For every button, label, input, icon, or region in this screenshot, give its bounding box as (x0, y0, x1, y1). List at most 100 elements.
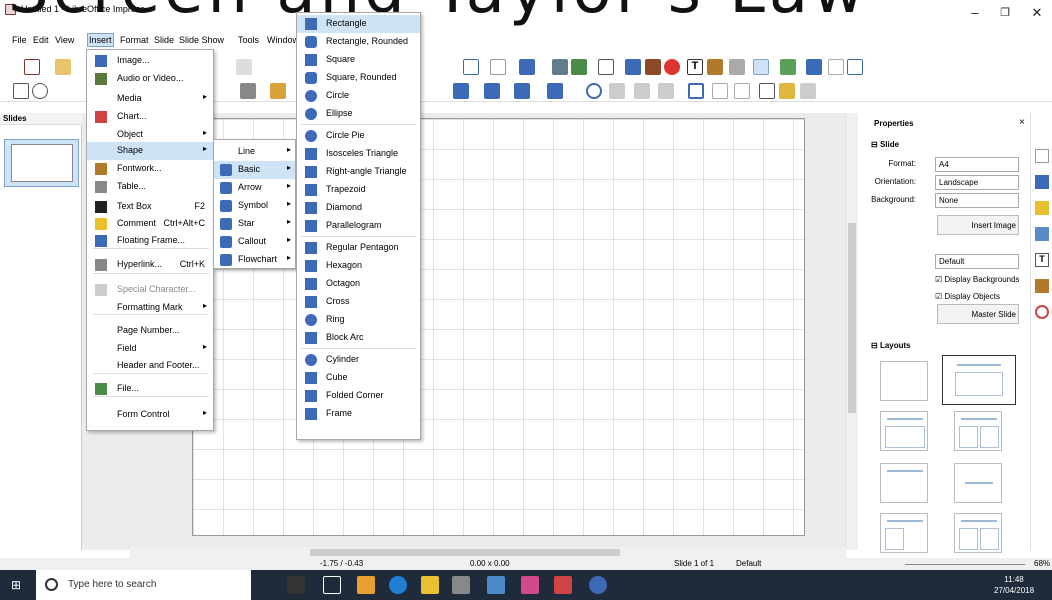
basic-shape-ring[interactable]: Ring (297, 311, 420, 329)
microphone-icon[interactable] (287, 576, 305, 594)
glue-icon[interactable] (779, 83, 795, 99)
duplicate-slide-icon[interactable] (806, 59, 822, 75)
basic-shape-right-angle-triangle[interactable]: Right-angle Triangle (297, 163, 420, 181)
shape-menu-line[interactable]: Line ▸ (214, 143, 295, 161)
align-icon[interactable] (609, 83, 625, 99)
shape-menu-symbol[interactable]: Symbol ▸ (214, 197, 295, 215)
chart-icon[interactable] (664, 59, 680, 75)
close-icon[interactable]: ✕ (1022, 0, 1052, 28)
menu-window[interactable]: Window (267, 35, 297, 45)
close-sidebar-icon[interactable]: × (1019, 117, 1025, 128)
taskbar-clock[interactable]: 11:48 27/04/2018 (994, 574, 1034, 596)
new-slide-icon[interactable] (780, 59, 796, 75)
basic-shape-cross[interactable]: Cross (297, 293, 420, 311)
insert-menu-text-box[interactable]: Text Box F2 (87, 198, 213, 216)
view-icon[interactable] (753, 59, 769, 75)
insert-menu-floating-frame[interactable]: Floating Frame... (87, 232, 213, 250)
slide-layout-icon[interactable] (519, 59, 535, 75)
vertical-scroll-thumb[interactable] (848, 223, 856, 413)
insert-menu-header-and-footer[interactable]: Header and Footer... (87, 357, 213, 375)
restore-icon[interactable]: ❐ (990, 0, 1020, 28)
layout-title-2content[interactable] (880, 513, 928, 553)
shape-menu-arrow[interactable]: Arrow ▸ (214, 179, 295, 197)
impress-taskbar-icon[interactable] (554, 576, 572, 594)
layout-centered-text[interactable] (954, 463, 1002, 503)
navigator-icon[interactable] (1035, 305, 1049, 319)
basic-shape-hexagon[interactable]: Hexagon (297, 257, 420, 275)
insert-menu-file[interactable]: File... (87, 380, 213, 398)
special-char-icon[interactable] (729, 59, 745, 75)
insert-menu-image[interactable]: Image... (87, 52, 213, 70)
horizontal-scrollbar[interactable] (130, 547, 846, 558)
extrusion-icon[interactable] (800, 83, 816, 99)
basic-shape-parallelogram[interactable]: Parallelogram (297, 217, 420, 235)
basic-shape-diamond[interactable]: Diamond (297, 199, 420, 217)
basic-shape-isosceles-triangle[interactable]: Isosceles Triangle (297, 145, 420, 163)
basic-shape-cylinder[interactable]: Cylinder (297, 351, 420, 369)
file-explorer-icon[interactable] (421, 576, 439, 594)
insert-menu-table[interactable]: Table... (87, 178, 213, 196)
table-icon[interactable] (598, 59, 614, 75)
insert-menu-fontwork[interactable]: Fontwork... (87, 160, 213, 178)
shape-menu-flowchart[interactable]: Flowchart ▸ (214, 251, 295, 269)
insert-menu-form-control[interactable]: Form Control ▸ (87, 406, 213, 424)
display-backgrounds-checkbox[interactable]: ☑ Display Backgrounds (935, 275, 1019, 284)
stars-icon[interactable] (514, 83, 530, 99)
calculator-icon[interactable] (452, 576, 470, 594)
insert-menu-formatting-mark[interactable]: Formatting Mark ▸ (87, 299, 213, 317)
basic-shape-square-rounded[interactable]: Square, Rounded (297, 69, 420, 87)
basic-shape-cube[interactable]: Cube (297, 369, 420, 387)
menu-slide[interactable]: Slide (154, 35, 174, 45)
basic-shape-circle-pie[interactable]: Circle Pie (297, 127, 420, 145)
insert-menu-special-character[interactable]: Special Character... (87, 281, 213, 299)
menu-edit[interactable]: Edit (33, 35, 49, 45)
insert-menu-media[interactable]: Media ▸ (87, 90, 213, 108)
shape-menu-star[interactable]: Star ▸ (214, 215, 295, 233)
animation-icon[interactable] (1035, 201, 1049, 215)
powerpoint-icon[interactable] (521, 576, 539, 594)
line-icon[interactable] (240, 83, 256, 99)
header-icon[interactable] (490, 59, 506, 75)
slide-thumbnail[interactable]: 1 (4, 139, 79, 187)
zoom-slider[interactable] (905, 564, 1025, 565)
layout-title-only[interactable] (880, 463, 928, 503)
insert-menu-comment[interactable]: Comment Ctrl+Alt+C (87, 215, 213, 233)
present-icon[interactable] (571, 59, 587, 75)
crop-icon[interactable] (712, 83, 728, 99)
shape-menu-callout[interactable]: Callout ▸ (214, 233, 295, 251)
basic-shape-frame[interactable]: Frame (297, 405, 420, 423)
windows-start-icon[interactable]: ⊞ (11, 579, 25, 591)
insert-menu-audio-or-video[interactable]: Audio or Video... (87, 70, 213, 88)
basic-shape-square[interactable]: Square (297, 51, 420, 69)
zoom-icon[interactable] (32, 83, 48, 99)
insert-menu-field[interactable]: Field ▸ (87, 340, 213, 358)
gallery-icon[interactable] (1035, 279, 1049, 293)
basic-shape-rectangle[interactable]: Rectangle (297, 15, 420, 33)
layouts-section-title[interactable]: ⊟ Layouts (871, 341, 911, 350)
photos-app-icon[interactable] (357, 576, 375, 594)
textbox-icon[interactable]: T (687, 59, 703, 75)
menu-file[interactable]: File (12, 35, 27, 45)
display-icon[interactable] (552, 59, 568, 75)
layout-title-content-2[interactable] (880, 411, 928, 451)
insert-menu-page-number[interactable]: Page Number... (87, 322, 213, 340)
rotate-icon[interactable] (586, 83, 602, 99)
callout-shapes-icon[interactable] (484, 83, 500, 99)
grid-icon[interactable] (463, 59, 479, 75)
flowchart-icon[interactable] (547, 83, 563, 99)
format-select[interactable]: A4 (935, 157, 1019, 172)
layout-title-4content[interactable] (954, 513, 1002, 553)
curve-icon[interactable] (270, 83, 286, 99)
master-slides-icon[interactable] (1035, 227, 1049, 241)
basic-shape-circle[interactable]: Circle (297, 87, 420, 105)
minimize-icon[interactable]: – (960, 0, 990, 28)
insert-menu-chart[interactable]: Chart... (87, 108, 213, 126)
media-player-icon[interactable] (589, 576, 607, 594)
basic-shape-regular-pentagon[interactable]: Regular Pentagon (297, 239, 420, 257)
arrange-icon[interactable] (634, 83, 650, 99)
open-icon[interactable] (55, 59, 71, 75)
menu-view[interactable]: View (55, 35, 74, 45)
basic-shape-rectangle-rounded[interactable]: Rectangle, Rounded (297, 33, 420, 51)
basic-shape-ellipse[interactable]: Ellipse (297, 105, 420, 123)
slide-layout2-icon[interactable] (847, 59, 863, 75)
